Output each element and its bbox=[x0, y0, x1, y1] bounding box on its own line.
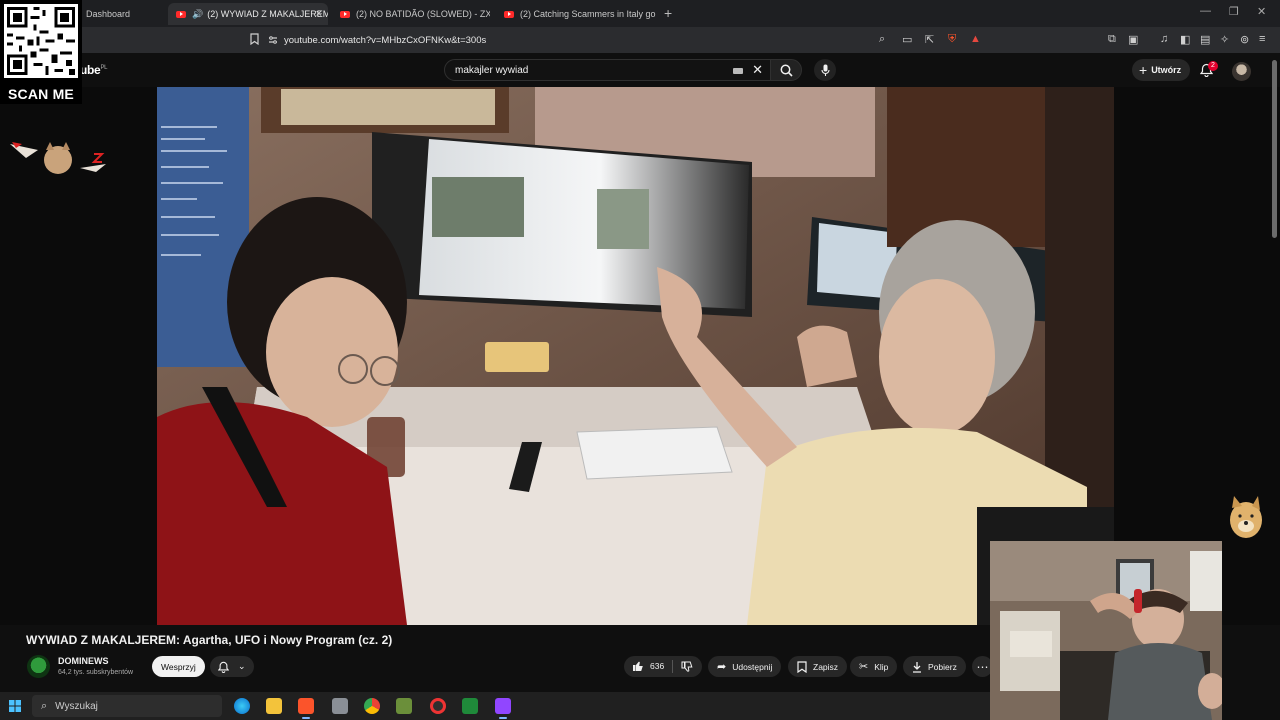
new-tab-plus-icon[interactable]: + bbox=[664, 5, 672, 21]
address-bar-row: youtube.com/watch?v=MHbzCxOFNKw&t=300s ⌕… bbox=[0, 27, 1280, 53]
extensions-icon[interactable]: ⧉ bbox=[1108, 33, 1116, 46]
qr-code-overlay: SCAN ME bbox=[0, 0, 82, 104]
youtube-header: ubePL makajler wywiad ✕ + Utwórz 2 bbox=[0, 53, 1280, 87]
restore-icon[interactable]: ❐ bbox=[1229, 5, 1239, 18]
region-code: PL bbox=[100, 65, 108, 71]
scan-me-label: SCAN ME bbox=[8, 86, 74, 102]
sleeping-cat-sticker bbox=[10, 142, 106, 174]
edge-browser-icon[interactable] bbox=[234, 698, 250, 714]
url-text: youtube.com/watch?v=MHbzCxOFNKw&t=300s bbox=[284, 34, 487, 46]
chevron-down-icon: ⌄ bbox=[237, 661, 246, 671]
webcam-image bbox=[990, 541, 1222, 720]
site-settings-icon[interactable] bbox=[268, 35, 278, 45]
tab-youtube-active[interactable]: 🔊 (2) WYWIAD Z MAKALJEREM... × bbox=[168, 3, 328, 25]
like-button[interactable]: 636 bbox=[632, 660, 664, 672]
search-input-value: makajler wywiad bbox=[455, 65, 529, 76]
doge-sticker bbox=[1230, 496, 1262, 538]
window-close-icon[interactable]: ✕ bbox=[1257, 5, 1266, 18]
search-icon: ⌕ bbox=[41, 699, 48, 712]
reader-icon[interactable]: ▣ bbox=[1128, 33, 1138, 46]
tab-label: (2) WYWIAD Z MAKALJEREM... bbox=[207, 9, 328, 19]
minimize-icon[interactable]: — bbox=[1200, 5, 1211, 17]
channel-subscriber-count: 64,2 tys. subskrybentów bbox=[58, 669, 134, 676]
like-count: 636 bbox=[650, 661, 665, 671]
streamer-webcam-overlay bbox=[990, 541, 1222, 720]
brave-rewards-icon[interactable]: ▲ bbox=[970, 33, 981, 45]
speaker-icon[interactable]: 🔊 bbox=[192, 9, 203, 20]
keyboard-icon[interactable] bbox=[733, 68, 743, 74]
leo-ai-icon[interactable]: ✧ bbox=[1220, 33, 1229, 46]
save-playlist-icon bbox=[797, 660, 807, 673]
share-page-icon[interactable]: ⇱ bbox=[925, 33, 934, 46]
plus-icon: + bbox=[1139, 62, 1148, 78]
vpn-icon[interactable]: ⊚ bbox=[1240, 33, 1249, 46]
obs-studio-icon[interactable] bbox=[430, 698, 446, 714]
share-button[interactable]: ➦ Udostępnij bbox=[708, 656, 782, 677]
tab-youtube-2[interactable]: (2) NO BATIDÃO (SLOWED) - ZXKAI bbox=[332, 3, 490, 25]
tab-label: Dashboard bbox=[86, 9, 131, 19]
search-input[interactable]: makajler wywiad ✕ bbox=[444, 59, 772, 81]
microphone-icon bbox=[820, 64, 830, 76]
page-scrollbar[interactable] bbox=[1272, 60, 1277, 238]
channel-name[interactable]: DOMINEWS bbox=[58, 656, 109, 666]
video-title: WYWIAD Z MAKALJEREM: Agartha, UFO i Nowy… bbox=[26, 633, 393, 647]
app-icon-generic[interactable] bbox=[332, 698, 348, 714]
youtube-favicon-icon bbox=[176, 10, 186, 18]
thumbs-down-icon[interactable] bbox=[681, 661, 693, 673]
taskbar-search-input[interactable]: ⌕ Wyszukaj bbox=[32, 695, 222, 717]
chrome-browser-icon[interactable] bbox=[364, 698, 380, 714]
clear-search-icon[interactable]: ✕ bbox=[752, 62, 763, 78]
youtube-logo[interactable]: ubePL bbox=[80, 63, 107, 77]
brave-browser-icon[interactable] bbox=[298, 698, 314, 719]
brave-shield-icon[interactable]: ⛨ bbox=[948, 33, 956, 46]
file-explorer-icon[interactable] bbox=[266, 698, 282, 714]
menu-icon[interactable]: ≡ bbox=[1259, 33, 1265, 45]
thumbs-up-icon bbox=[633, 661, 643, 671]
more-horizontal-icon: ⋯ bbox=[976, 659, 989, 674]
tab-label: (2) Catching Scammers in Italy gone bbox=[520, 9, 656, 19]
download-button[interactable]: Pobierz bbox=[903, 656, 966, 677]
scissors-icon: ✂ bbox=[859, 661, 869, 673]
tab-dashboard[interactable]: Dashboard bbox=[78, 3, 168, 25]
wallet-icon[interactable]: ▤ bbox=[1200, 33, 1210, 46]
twitch-app-icon[interactable] bbox=[495, 698, 511, 719]
media-icon[interactable]: ♫ bbox=[1160, 33, 1168, 45]
channel-avatar[interactable] bbox=[27, 655, 50, 678]
media-player-icon[interactable] bbox=[462, 698, 478, 714]
account-avatar[interactable] bbox=[1232, 62, 1251, 81]
browser-tab-bar: Dashboard 🔊 (2) WYWIAD Z MAKALJEREM... ×… bbox=[0, 0, 1280, 27]
search-button[interactable] bbox=[770, 59, 802, 81]
subscription-bell-button[interactable]: ⌄ bbox=[210, 656, 254, 677]
download-icon bbox=[913, 661, 921, 673]
cast-icon[interactable]: ▭ bbox=[902, 33, 912, 46]
windows-taskbar: ⌕ Wyszukaj bbox=[0, 692, 990, 720]
tab-youtube-3[interactable]: (2) Catching Scammers in Italy gone bbox=[496, 3, 656, 25]
share-arrow-icon: ➦ bbox=[717, 661, 727, 673]
youtube-favicon-icon bbox=[504, 10, 514, 18]
bell-icon bbox=[218, 661, 230, 673]
voice-search-button[interactable] bbox=[814, 59, 836, 81]
notification-count-badge: 2 bbox=[1208, 61, 1218, 71]
search-icon bbox=[780, 64, 793, 77]
minecraft-icon[interactable] bbox=[396, 698, 412, 714]
qr-code-image bbox=[4, 4, 78, 78]
like-dislike-group: 636 bbox=[624, 656, 702, 677]
bookmark-icon[interactable] bbox=[250, 33, 259, 45]
tab-label: (2) NO BATIDÃO (SLOWED) - ZXKAI bbox=[356, 9, 490, 19]
windows-start-icon[interactable] bbox=[9, 700, 21, 712]
youtube-favicon-icon bbox=[340, 10, 350, 18]
save-button[interactable]: Zapisz bbox=[788, 656, 848, 677]
zoom-search-icon[interactable]: ⌕ bbox=[879, 33, 885, 46]
clip-button[interactable]: ✂ Klip bbox=[850, 656, 898, 677]
support-button[interactable]: Wesprzyj bbox=[152, 656, 205, 677]
tab-close-icon[interactable]: × bbox=[316, 8, 322, 20]
create-button[interactable]: + Utwórz bbox=[1132, 59, 1191, 81]
like-divider bbox=[672, 660, 673, 673]
sidebar-icon[interactable]: ◧ bbox=[1180, 33, 1190, 46]
video-player[interactable] bbox=[157, 87, 1114, 625]
video-frame-image bbox=[157, 87, 1114, 625]
